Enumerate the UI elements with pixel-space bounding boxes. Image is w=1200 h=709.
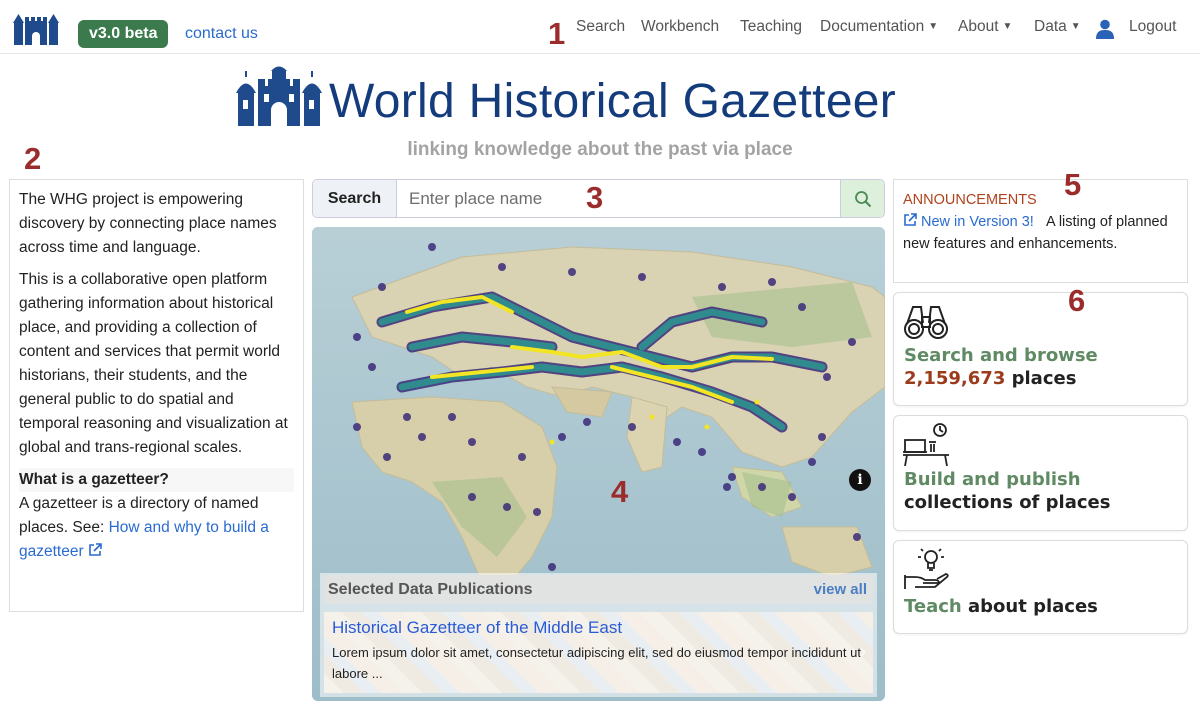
nav-teaching[interactable]: Teaching bbox=[740, 18, 802, 36]
announcements-panel: ANNOUNCEMENTS New in Version 3! A listin… bbox=[893, 179, 1188, 283]
publications-header: Selected Data Publications view all bbox=[324, 575, 873, 604]
user-icon[interactable] bbox=[1096, 19, 1114, 39]
publication-title-link[interactable]: Historical Gazetteer of the Middle East bbox=[332, 618, 865, 638]
nav-about-label: About bbox=[958, 18, 999, 35]
workspace-desk-icon bbox=[903, 423, 949, 466]
intro-paragraph-2: This is a collaborative open platform ga… bbox=[19, 271, 288, 456]
build-publish-line1: Build and publish bbox=[904, 469, 1081, 490]
contact-link[interactable]: contact us bbox=[185, 25, 258, 43]
search-label: Search bbox=[313, 180, 397, 217]
nav-workbench[interactable]: Workbench bbox=[641, 18, 719, 36]
external-link-icon bbox=[88, 543, 102, 556]
search-submit-button[interactable] bbox=[840, 180, 884, 217]
nav-search[interactable]: Search bbox=[576, 18, 625, 36]
lightbulb-hand-icon bbox=[904, 548, 949, 589]
build-publish-card[interactable]: Build and publish collections of places bbox=[893, 415, 1188, 531]
version-badge: v3.0 beta bbox=[78, 20, 169, 48]
caret-down-icon: ▼ bbox=[1070, 21, 1081, 32]
nav-about-dropdown[interactable]: About ▼ bbox=[958, 18, 1012, 36]
annotation-marker-1: 1 bbox=[548, 16, 566, 51]
nav-data-label: Data bbox=[1034, 18, 1067, 35]
whg-castle-logo bbox=[236, 66, 322, 126]
binoculars-icon bbox=[904, 306, 948, 339]
gazetteer-heading: What is a gazetteer? bbox=[19, 468, 294, 492]
place-search-input[interactable] bbox=[397, 180, 842, 217]
publication-card-content: Historical Gazetteer of the Middle East … bbox=[324, 612, 873, 693]
publication-card[interactable]: Historical Gazetteer of the Middle East … bbox=[324, 612, 873, 693]
nav-documentation-label: Documentation bbox=[820, 18, 925, 35]
search-icon bbox=[854, 190, 871, 207]
caret-down-icon: ▼ bbox=[928, 21, 939, 32]
annotation-marker-4: 4 bbox=[611, 474, 629, 509]
external-link-icon bbox=[904, 213, 917, 226]
search-browse-card[interactable]: Search and browse 2,159,673 places bbox=[893, 292, 1188, 406]
map-info-icon[interactable]: i bbox=[849, 469, 871, 491]
teach-rest: about places bbox=[961, 596, 1098, 617]
gazetteer-description: A gazetteer is a directory of named plac… bbox=[19, 492, 294, 564]
publication-description: Lorem ipsum dolor sit amet, consectetur … bbox=[332, 645, 861, 681]
annotation-marker-3: 3 bbox=[586, 180, 604, 215]
teach-word: Teach bbox=[904, 596, 962, 617]
intro-panel: The WHG project is empowering discovery … bbox=[9, 179, 304, 612]
build-publish-line2: collections of places bbox=[904, 492, 1111, 513]
place-density-map[interactable]: i Selected Data Publications view all Hi… bbox=[312, 227, 885, 701]
whg-logo-icon[interactable] bbox=[10, 9, 62, 47]
nav-data-dropdown[interactable]: Data ▼ bbox=[1034, 18, 1081, 36]
teach-card[interactable]: Teach about places bbox=[893, 540, 1188, 634]
place-count: 2,159,673 bbox=[904, 368, 1006, 389]
search-browse-line2-rest: places bbox=[1005, 368, 1077, 389]
caret-down-icon: ▼ bbox=[1002, 21, 1013, 32]
annotation-marker-6: 6 bbox=[1068, 283, 1086, 318]
teach-line: Teach about places bbox=[904, 596, 1098, 617]
search-browse-line2: 2,159,673 places bbox=[904, 368, 1076, 389]
publications-panel: Selected Data Publications view all Hist… bbox=[320, 573, 877, 697]
page-subtitle: linking knowledge about the past via pla… bbox=[407, 139, 793, 160]
new-version-link[interactable]: New in Version 3! bbox=[903, 213, 1034, 230]
view-all-link[interactable]: view all bbox=[814, 575, 867, 604]
carousel-next-icon[interactable]: › bbox=[858, 640, 867, 665]
new-version-link-label: New in Version 3! bbox=[921, 214, 1034, 230]
publications-heading: Selected Data Publications bbox=[328, 581, 533, 598]
annotation-marker-5: 5 bbox=[1064, 167, 1082, 202]
top-navbar: v3.0 beta contact us Search Workbench Te… bbox=[0, 0, 1200, 54]
nav-logout[interactable]: Logout bbox=[1129, 18, 1176, 36]
intro-paragraph-1: The WHG project is empowering discovery … bbox=[19, 191, 277, 256]
search-browse-line1: Search and browse bbox=[904, 345, 1098, 366]
announcements-title: ANNOUNCEMENTS bbox=[903, 192, 1037, 208]
page-title: World Historical Gazetteer bbox=[329, 75, 897, 128]
nav-documentation-dropdown[interactable]: Documentation ▼ bbox=[820, 18, 938, 36]
